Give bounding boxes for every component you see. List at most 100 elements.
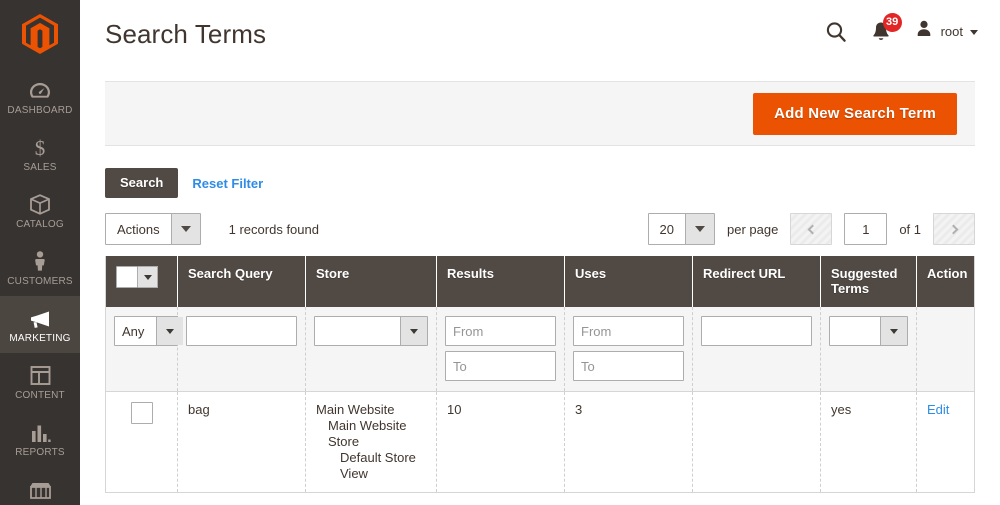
store-filter-dropdown[interactable] (314, 316, 428, 346)
sidebar-item-sales[interactable]: $ SALES (0, 125, 80, 182)
grid-header-row: Search Query Store Results Uses Redirect… (105, 256, 975, 307)
sidebar-item-customers[interactable]: CUSTOMERS (0, 239, 80, 296)
person-icon (27, 249, 53, 273)
records-found-label: 1 records found (228, 221, 319, 237)
cell-action: Edit (916, 391, 975, 493)
results-from-input[interactable] (445, 316, 556, 346)
main-content: Search Terms 39 root Add New Search Term… (80, 0, 1000, 505)
total-pages-label: of 1 (899, 221, 921, 237)
page-title: Search Terms (105, 19, 267, 49)
chevron-left-icon (807, 224, 818, 234)
column-header-search-query[interactable]: Search Query (177, 256, 306, 307)
row-select-cell (105, 391, 178, 493)
suggested-terms-filter-dropdown[interactable] (829, 316, 908, 346)
sidebar-item-label: REPORTS (15, 446, 65, 458)
magento-logo-icon[interactable] (0, 0, 80, 68)
previous-page-button[interactable] (790, 213, 833, 245)
actions-dropdown-label: Actions (117, 221, 160, 237)
search-query-filter-input[interactable] (186, 316, 297, 346)
sidebar-item-label: MARKETING (9, 332, 71, 344)
column-header-store[interactable]: Store (305, 256, 437, 307)
notification-badge: 39 (882, 12, 902, 32)
sidebar-item-dashboard[interactable]: DASHBOARD (0, 68, 80, 125)
per-page-label: per page (726, 221, 779, 237)
store-filter-value (315, 317, 400, 345)
sidebar-item-label: DASHBOARD (7, 104, 73, 116)
sidebar-item-label: SALES (23, 161, 57, 173)
select-all-filter-dropdown[interactable]: Any (114, 316, 184, 346)
column-header-select-all[interactable] (105, 256, 178, 307)
svg-text:$: $ (35, 136, 46, 159)
row-checkbox[interactable] (130, 402, 153, 424)
redirect-url-filter-input[interactable] (701, 316, 812, 346)
column-header-redirect-url[interactable]: Redirect URL (692, 256, 821, 307)
uses-to-input[interactable] (573, 351, 684, 381)
user-menu[interactable]: root (914, 19, 978, 44)
chevron-down-icon (170, 214, 200, 244)
reset-filter-link[interactable]: Reset Filter (192, 176, 263, 191)
sidebar-item-label: CONTENT (15, 389, 65, 401)
sidebar: DASHBOARD $ SALES CATALOG CUSTOMERS MARK… (0, 0, 80, 505)
sidebar-item-catalog[interactable]: CATALOG (0, 182, 80, 239)
page-actions-bar: Add New Search Term (105, 81, 975, 146)
store-website-name: Main Website (316, 402, 395, 417)
store-view-name: Default Store View (340, 450, 416, 481)
filter-cell-action (916, 307, 975, 392)
results-to-input[interactable] (445, 351, 556, 381)
suggested-terms-filter-value (830, 317, 880, 345)
filter-cell-suggested-terms (820, 307, 917, 392)
sidebar-item-content[interactable]: CONTENT (0, 353, 80, 410)
cell-results: 10 (436, 391, 565, 493)
chevron-down-icon (970, 30, 978, 35)
chevron-down-icon (400, 317, 427, 345)
user-name: root (940, 24, 963, 39)
select-all-dropdown-icon[interactable] (138, 266, 158, 288)
layout-icon (27, 363, 53, 387)
megaphone-icon (27, 306, 53, 330)
chevron-down-icon (880, 317, 907, 345)
chevron-down-icon (684, 214, 714, 244)
filter-cell-search-query (177, 307, 306, 392)
per-page-value: 20 (659, 221, 674, 237)
column-header-results[interactable]: Results (436, 256, 565, 307)
cell-redirect-url (692, 391, 821, 493)
column-header-suggested-terms[interactable]: Suggested Terms (820, 256, 917, 307)
cell-search-query: bag (177, 391, 306, 493)
box-icon (27, 192, 53, 216)
table-row[interactable]: bag Main Website Main Website Store Defa… (105, 391, 975, 493)
cell-uses: 3 (564, 391, 693, 493)
sidebar-item-reports[interactable]: REPORTS (0, 410, 80, 467)
page-number-input[interactable] (844, 213, 888, 245)
sidebar-item-stores[interactable]: STORES (0, 467, 80, 505)
column-header-uses[interactable]: Uses (564, 256, 693, 307)
next-page-button[interactable] (933, 213, 975, 245)
bell-icon[interactable]: 39 (870, 12, 902, 44)
user-avatar-icon (914, 19, 934, 44)
edit-link[interactable]: Edit (927, 402, 949, 417)
admin-page: DASHBOARD $ SALES CATALOG CUSTOMERS MARK… (0, 0, 1000, 505)
per-page-dropdown[interactable]: 20 (647, 213, 715, 245)
sidebar-item-label: CUSTOMERS (7, 275, 73, 287)
uses-from-input[interactable] (573, 316, 684, 346)
filter-cell-uses (564, 307, 693, 392)
gauge-icon (27, 78, 53, 102)
filter-cell-store (305, 307, 437, 392)
sidebar-item-marketing[interactable]: MARKETING (0, 296, 80, 353)
search-icon[interactable] (824, 20, 848, 44)
cell-suggested-terms: yes (820, 391, 917, 493)
search-terms-grid: Search Query Store Results Uses Redirect… (105, 256, 975, 493)
add-new-search-term-button[interactable]: Add New Search Term (753, 92, 957, 135)
chevron-right-icon (948, 224, 958, 234)
actions-dropdown[interactable]: Actions (105, 213, 201, 245)
select-all-filter-value: Any (122, 323, 145, 339)
search-button[interactable]: Search (105, 168, 179, 198)
filter-cell-select-all: Any (105, 307, 184, 392)
sidebar-item-label: CATALOG (16, 218, 64, 230)
filter-cell-results (436, 307, 565, 392)
column-header-action: Action (916, 256, 975, 307)
select-all-checkbox[interactable] (116, 266, 138, 288)
filter-actions: Search Reset Filter (105, 168, 975, 198)
page-header: Search Terms 39 root (80, 0, 1000, 68)
filter-cell-redirect-url (692, 307, 821, 392)
cell-store: Main Website Main Website Store Default … (305, 391, 437, 493)
